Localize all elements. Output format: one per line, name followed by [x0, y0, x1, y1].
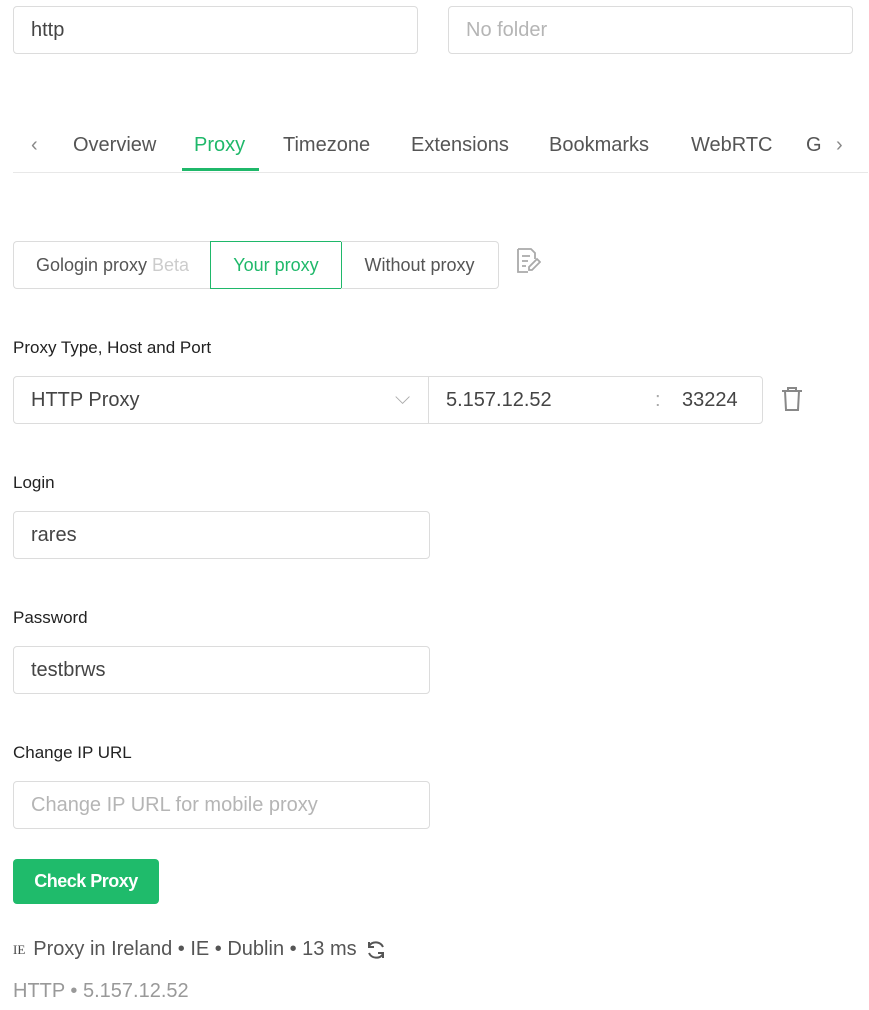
- tab-timezone[interactable]: Timezone: [283, 134, 370, 157]
- beta-badge: Beta: [152, 254, 190, 275]
- flag-icon: IE: [13, 941, 26, 957]
- change-ip-label: Change IP URL: [13, 743, 132, 762]
- password-input[interactable]: testbrws: [13, 646, 430, 694]
- password-label: Password: [13, 608, 88, 627]
- your-proxy-option[interactable]: Your proxy: [210, 241, 342, 289]
- proxy-port[interactable]: 33224: [682, 389, 738, 412]
- without-proxy-option[interactable]: Without proxy: [341, 241, 499, 289]
- profile-name-input[interactable]: http: [13, 6, 418, 54]
- tab-extensions[interactable]: Extensions: [411, 134, 509, 157]
- change-ip-url-input[interactable]: Change IP URL for mobile proxy: [13, 781, 430, 829]
- proxy-type-label: Proxy Type, Host and Port: [13, 338, 212, 357]
- proxy-status: IE Proxy in Ireland • IE • Dublin • 13 m…: [13, 938, 387, 961]
- tab-proxy[interactable]: Proxy: [194, 134, 245, 157]
- trash-icon[interactable]: [780, 386, 804, 412]
- edit-note-icon[interactable]: [515, 247, 541, 275]
- gologin-proxy-option[interactable]: Gologin proxy Beta: [13, 241, 211, 289]
- login-label: Login: [13, 473, 55, 492]
- proxy-summary: HTTP • 5.157.12.52: [13, 980, 189, 1002]
- check-proxy-button[interactable]: Check Proxy: [13, 859, 159, 904]
- folder-select[interactable]: No folder: [448, 6, 853, 54]
- tab-bar: ‹ Overview Proxy Timezone Extensions Boo…: [13, 120, 868, 173]
- chevron-left-icon[interactable]: ‹: [31, 134, 38, 157]
- tab-g[interactable]: G: [806, 134, 822, 157]
- tab-overview[interactable]: Overview: [73, 134, 156, 157]
- refresh-icon[interactable]: [365, 939, 387, 961]
- active-tab-indicator: [182, 168, 259, 171]
- proxy-type-select[interactable]: HTTP Proxy ⌵: [13, 376, 429, 424]
- chevron-right-icon[interactable]: ›: [836, 134, 843, 157]
- chevron-down-icon: ⌵: [395, 387, 411, 409]
- proxy-host-port-input[interactable]: 5.157.12.52:33224: [428, 376, 763, 424]
- tab-bookmarks[interactable]: Bookmarks: [549, 134, 649, 157]
- tab-webrtc[interactable]: WebRTC: [691, 134, 773, 157]
- login-input[interactable]: rares: [13, 511, 430, 559]
